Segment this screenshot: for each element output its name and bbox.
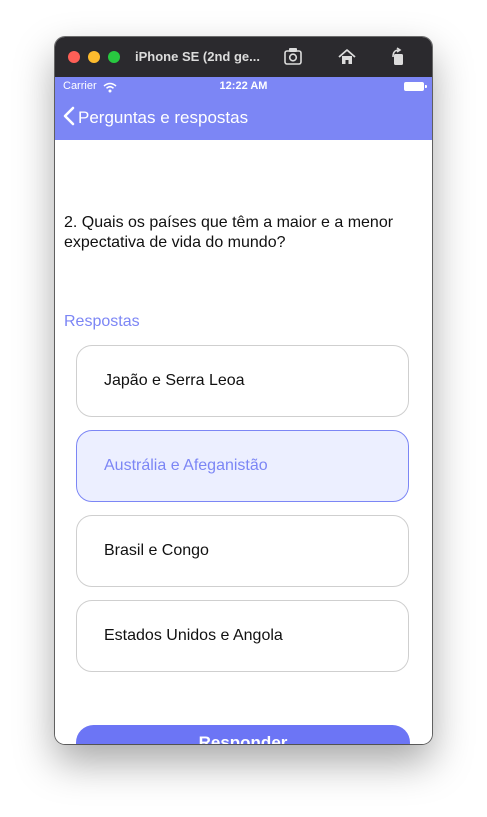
battery-icon xyxy=(404,82,427,91)
maximize-window-button[interactable] xyxy=(108,51,120,63)
chevron-left-icon xyxy=(63,106,75,131)
submit-answer-button[interactable]: Responder xyxy=(76,725,410,744)
answer-option-selected[interactable]: Austrália e Afeganistão xyxy=(76,430,409,502)
quiz-content: 2. Quais os países que têm a maior e a m… xyxy=(55,140,432,744)
simulator-window: iPhone SE (2nd ge... Carrier 12:22 AM Pe… xyxy=(55,37,432,744)
answer-option[interactable]: Estados Unidos e Angola xyxy=(76,600,409,672)
answer-option[interactable]: Japão e Serra Leoa xyxy=(76,345,409,417)
back-button-label: Perguntas e respostas xyxy=(78,108,249,127)
status-time: 12:22 AM xyxy=(219,80,268,92)
answer-option-label: Brasil e Congo xyxy=(104,542,209,559)
answers-section-label: Respostas xyxy=(64,313,140,330)
status-bar: Carrier 12:22 AM xyxy=(55,77,432,97)
minimize-window-button[interactable] xyxy=(88,51,100,63)
answer-option[interactable]: Brasil e Congo xyxy=(76,515,409,587)
answer-option-label: Estados Unidos e Angola xyxy=(104,627,283,644)
screenshot-icon[interactable] xyxy=(281,45,305,69)
answer-option-label: Austrália e Afeganistão xyxy=(104,457,268,474)
close-window-button[interactable] xyxy=(68,51,80,63)
navigation-bar: Perguntas e respostas xyxy=(55,97,432,140)
window-title: iPhone SE (2nd ge... xyxy=(135,49,260,64)
question-text: 2. Quais os países que têm a maior e a m… xyxy=(64,214,394,251)
window-titlebar: iPhone SE (2nd ge... xyxy=(55,37,432,78)
rotate-icon[interactable] xyxy=(386,45,410,69)
home-icon[interactable] xyxy=(335,45,359,69)
back-button[interactable]: Perguntas e respostas xyxy=(63,105,248,131)
answer-option-label: Japão e Serra Leoa xyxy=(104,372,245,389)
